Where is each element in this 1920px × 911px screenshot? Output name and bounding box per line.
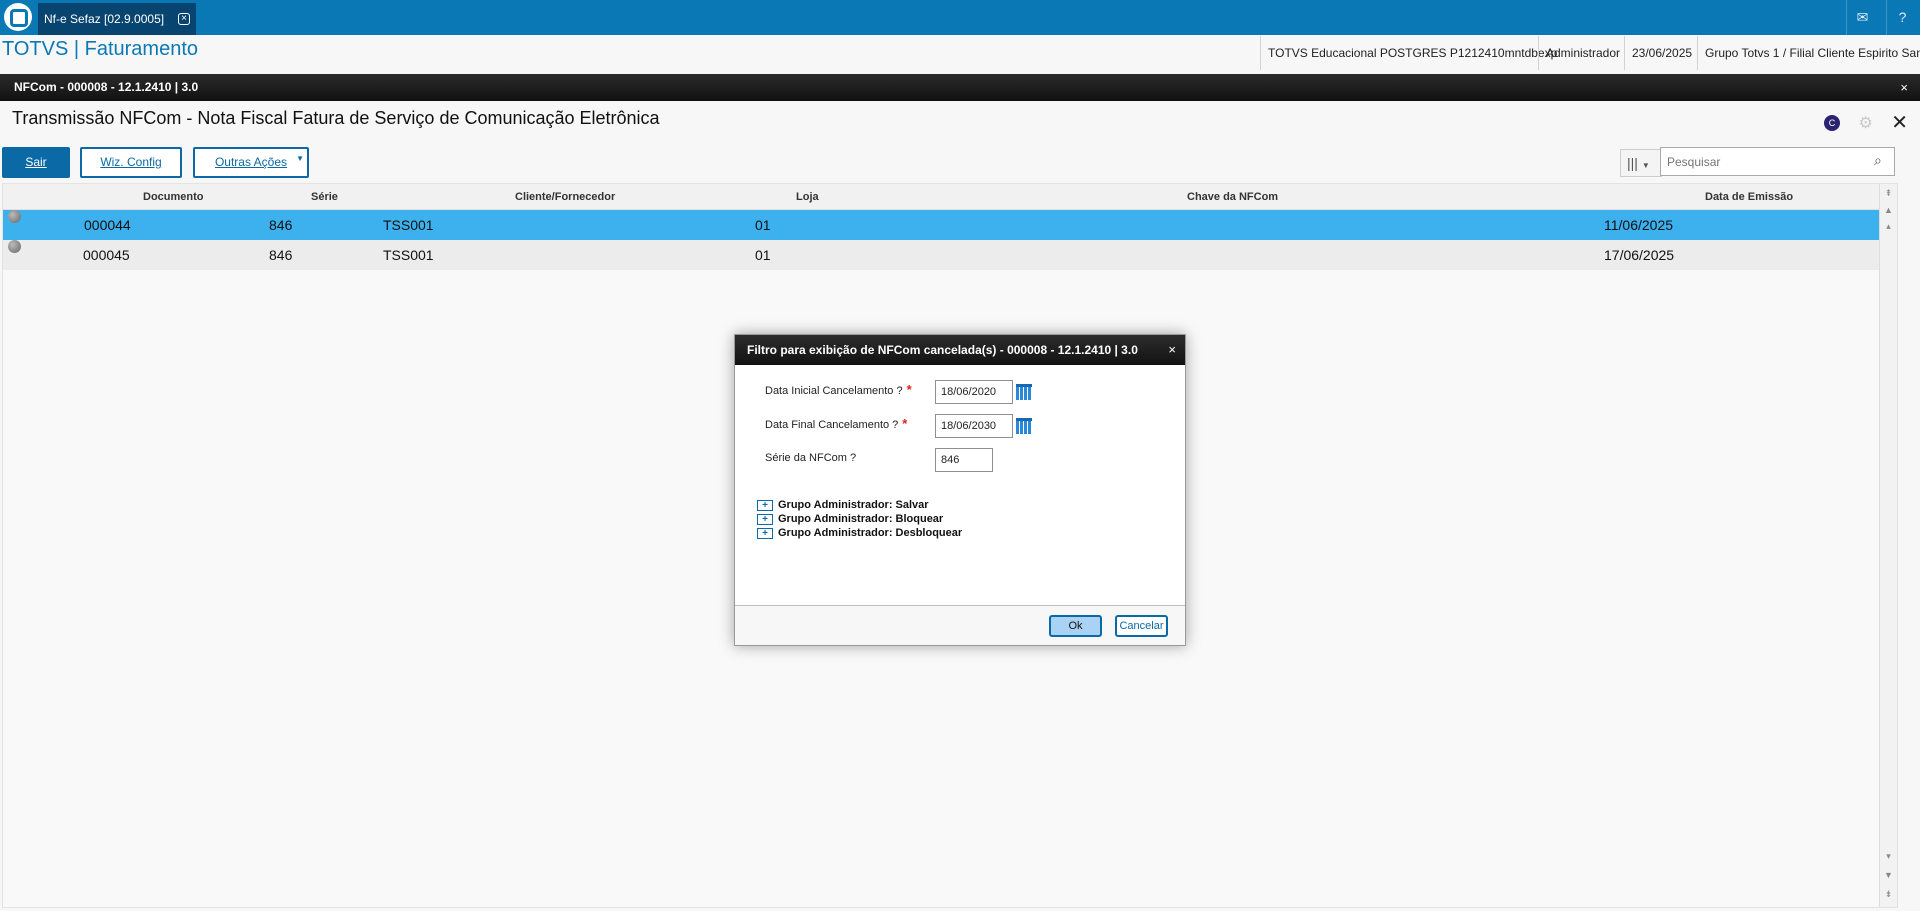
cell-loja: 01: [755, 247, 771, 263]
grid-header: Documento Série Cliente/Fornecedor Loja …: [3, 184, 1897, 210]
scroll-bottom-icon[interactable]: ⇟: [1880, 887, 1897, 902]
scroll-page-down-icon[interactable]: ▼: [1880, 868, 1897, 883]
search-input[interactable]: [1660, 147, 1895, 176]
dialog-title: Filtro para exibição de NFCom cancelada(…: [747, 343, 1138, 357]
vertical-scrollbar[interactable]: ⇞ ▲ ▴ ▾ ▼ ⇟: [1879, 184, 1897, 907]
cell-serie: 846: [269, 217, 293, 233]
chevron-down-icon: ▼: [296, 154, 304, 163]
calendar-icon[interactable]: [1016, 384, 1032, 400]
environment-label[interactable]: TOTVS Educacional POSTGRES P1212410mntdb…: [1260, 36, 1564, 70]
brand-row: TOTVS | Faturamento TOTVS Educacional PO…: [0, 35, 1920, 72]
column-header-cliente[interactable]: Cliente/Fornecedor: [515, 184, 615, 210]
column-header-chave[interactable]: Chave da NFCom: [1187, 184, 1278, 210]
window-titlebar: NFCom - 000008 - 12.1.2410 | 3.0 ×: [0, 74, 1920, 101]
cell-documento: 000044: [84, 217, 131, 233]
scroll-top-icon[interactable]: ⇞: [1880, 186, 1897, 201]
dialog-body: Data Inicial Cancelamento ?* Data Final …: [735, 365, 1185, 606]
close-page-icon[interactable]: ✕: [1891, 110, 1908, 135]
dialog-titlebar: Filtro para exibição de NFCom cancelada(…: [735, 335, 1185, 365]
required-marker: *: [902, 416, 908, 431]
status-legend-icon[interactable]: [8, 210, 21, 223]
cell-documento: 000045: [83, 247, 130, 263]
close-window-icon[interactable]: ×: [1900, 74, 1908, 101]
label-text: Data Inicial Cancelamento ?: [765, 385, 903, 397]
scroll-down-icon[interactable]: ▾: [1880, 849, 1897, 864]
close-dialog-icon[interactable]: ×: [1168, 335, 1176, 365]
columns-icon: |||: [1627, 155, 1638, 171]
scroll-page-up-icon[interactable]: ▲: [1880, 203, 1897, 218]
group-label: Grupo Administrador: Salvar: [778, 499, 929, 511]
column-header-serie[interactable]: Série: [311, 184, 338, 210]
ok-button[interactable]: Ok: [1049, 615, 1102, 637]
close-tab-icon[interactable]: ×: [178, 13, 190, 25]
expand-plus-icon: +: [757, 499, 773, 511]
wiz-config-button[interactable]: Wiz. Config: [80, 147, 182, 178]
required-marker: *: [906, 382, 912, 397]
scroll-up-icon[interactable]: ▴: [1880, 219, 1897, 234]
top-bar: Nf-e Sefaz [02.9.0005] × ✉ ?: [0, 0, 1920, 35]
window-title: NFCom - 000008 - 12.1.2410 | 3.0: [14, 80, 199, 94]
cell-serie: 846: [269, 247, 293, 263]
status-legend-icon[interactable]: [8, 240, 21, 253]
column-header-data-emissao[interactable]: Data de Emissão: [1705, 184, 1793, 210]
field-label-data-final: Data Final Cancelamento ? *: [765, 416, 907, 431]
cell-cliente: TSS001: [383, 217, 434, 233]
group-bloquear-expander[interactable]: + Grupo Administrador: Bloquear: [757, 513, 943, 525]
serie-input[interactable]: [935, 448, 993, 472]
totvs-logo-icon[interactable]: [4, 3, 32, 31]
search-icon[interactable]: ⌕: [1874, 152, 1892, 170]
group-desbloquear-expander[interactable]: + Grupo Administrador: Desbloquear: [757, 527, 962, 539]
date-label[interactable]: 23/06/2025: [1624, 36, 1699, 70]
app-tab-label: Nf-e Sefaz [02.9.0005]: [44, 12, 165, 26]
column-header-documento[interactable]: Documento: [143, 184, 204, 210]
data-inicial-input[interactable]: [935, 380, 1013, 404]
outras-acoes-button[interactable]: Outras Ações ▼: [193, 147, 309, 178]
branch-label[interactable]: Grupo Totvs 1 / Filial Cliente Espirito …: [1697, 36, 1920, 70]
expand-plus-icon: +: [757, 513, 773, 525]
cell-data-emissao: 11/06/2025: [1604, 217, 1674, 233]
page-title: Transmissão NFCom - Nota Fiscal Fatura d…: [12, 108, 660, 128]
field-label-serie: Série da NFCom ?: [765, 452, 857, 464]
sair-button[interactable]: Sair: [2, 147, 70, 178]
cell-loja: 01: [755, 217, 771, 233]
help-icon[interactable]: ?: [1886, 0, 1918, 35]
settings-gear-icon[interactable]: ⚙: [1858, 113, 1872, 133]
cell-data-emissao: 17/06/2025: [1604, 247, 1675, 263]
filter-dialog: Filtro para exibição de NFCom cancelada(…: [734, 334, 1186, 646]
column-chooser-button[interactable]: ||| ▼: [1620, 149, 1662, 177]
cell-cliente: TSS001: [383, 247, 434, 263]
data-final-input[interactable]: [935, 414, 1013, 438]
outras-acoes-label: Outras Ações: [214, 155, 288, 169]
user-label[interactable]: Administrador: [1538, 36, 1627, 70]
avatar[interactable]: C: [1823, 114, 1840, 131]
chevron-down-icon: ▼: [1641, 161, 1650, 170]
group-salvar-expander[interactable]: + Grupo Administrador: Salvar: [757, 499, 929, 511]
brand-title: TOTVS | Faturamento: [2, 38, 199, 60]
calendar-icon[interactable]: [1016, 418, 1032, 434]
table-row[interactable]: 000044 846 TSS001 01 11/06/2025: [3, 210, 1897, 240]
mail-icon[interactable]: ✉: [1846, 0, 1878, 35]
group-label: Grupo Administrador: Desbloquear: [778, 527, 963, 539]
header-icons: C ⚙ ✕: [1810, 110, 1908, 135]
table-row[interactable]: 000045 846 TSS001 01 17/06/2025: [3, 240, 1897, 270]
column-header-loja[interactable]: Loja: [796, 184, 819, 210]
group-label: Grupo Administrador: Bloquear: [778, 513, 944, 525]
app-tab[interactable]: Nf-e Sefaz [02.9.0005] ×: [38, 3, 196, 35]
expand-plus-icon: +: [757, 527, 773, 539]
field-label-data-inicial: Data Inicial Cancelamento ? *: [765, 382, 912, 397]
label-text: Data Final Cancelamento ?: [765, 419, 899, 431]
cancel-button[interactable]: Cancelar: [1115, 615, 1168, 637]
